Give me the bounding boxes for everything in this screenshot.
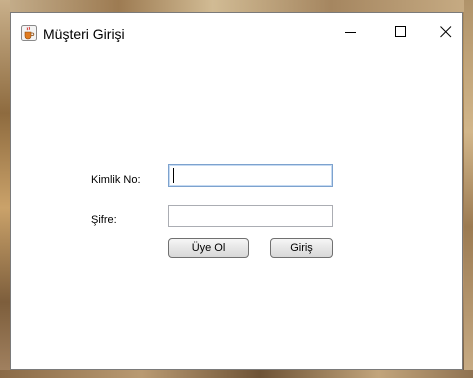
id-input[interactable] bbox=[168, 164, 333, 187]
id-label: Kimlik No: bbox=[91, 174, 141, 186]
login-button[interactable]: Giriş bbox=[270, 238, 333, 258]
register-button[interactable]: Üye Ol bbox=[168, 238, 249, 258]
login-window: Müşteri Girişi Kimlik No: Şifre: Üye Ol … bbox=[10, 12, 463, 370]
maximize-icon bbox=[395, 25, 407, 43]
minimize-button[interactable] bbox=[328, 13, 374, 55]
desktop-background-left bbox=[0, 0, 10, 378]
text-caret bbox=[173, 168, 174, 183]
password-input[interactable] bbox=[168, 205, 333, 227]
close-button[interactable] bbox=[423, 13, 469, 55]
desktop-background-bottom bbox=[0, 370, 473, 378]
maximize-button[interactable] bbox=[378, 13, 424, 55]
form-panel: Kimlik No: Şifre: Üye Ol Giriş bbox=[11, 55, 462, 369]
title-bar[interactable]: Müşteri Girişi bbox=[11, 13, 462, 55]
password-label: Şifre: bbox=[91, 214, 117, 226]
close-icon bbox=[440, 25, 452, 43]
desktop-background-top bbox=[0, 0, 473, 12]
desktop-background-right bbox=[464, 0, 473, 378]
window-title: Müşteri Girişi bbox=[43, 26, 125, 42]
java-cup-icon bbox=[21, 25, 37, 41]
minimize-icon bbox=[345, 25, 357, 43]
